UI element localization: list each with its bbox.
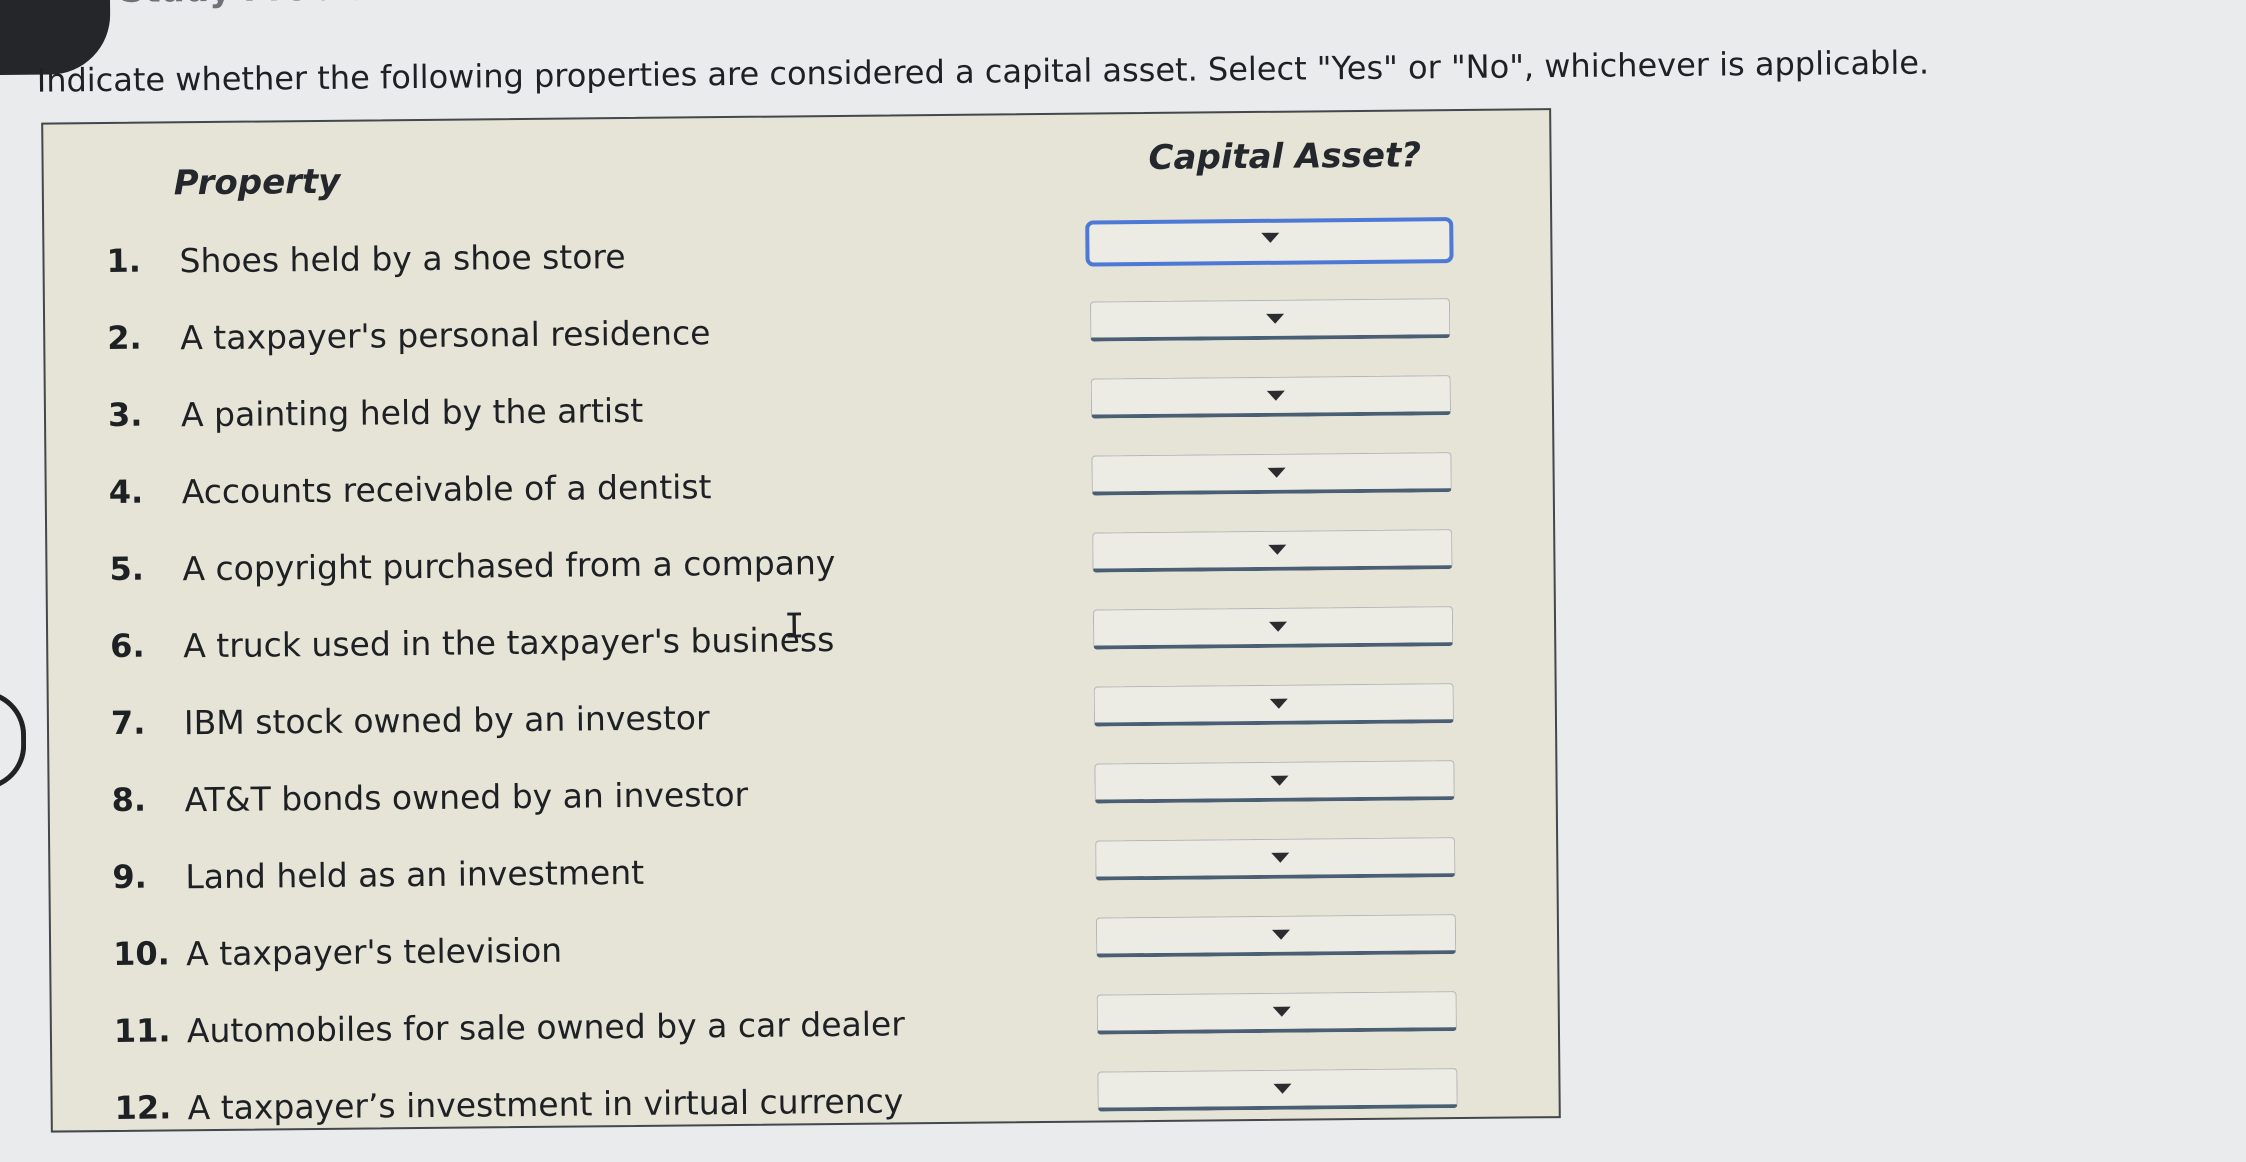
property-label: A taxpayer’s investment in virtual curre…: [187, 1081, 904, 1128]
property-label: A taxpayer's personal residence: [180, 313, 711, 358]
table-row: 9. Land held as an investment: [50, 836, 1541, 910]
capital-asset-select[interactable]: [1089, 298, 1451, 342]
table-row: 12. A taxpayer’s investment in virtual c…: [52, 1067, 1543, 1141]
capital-asset-select[interactable]: [1093, 683, 1455, 727]
capital-asset-select[interactable]: [1091, 452, 1452, 496]
property-label: AT&T bonds owned by an investor: [184, 774, 749, 820]
capital-asset-select[interactable]: [1085, 217, 1454, 267]
chevron-down-icon: [1271, 852, 1290, 863]
edge-arc: [0, 689, 27, 791]
row-number: 7.: [110, 703, 146, 742]
chevron-down-icon: [1272, 1006, 1291, 1017]
chevron-down-icon: [1269, 621, 1288, 632]
table-row: 3. A painting held by the artist: [46, 374, 1537, 448]
capital-asset-select[interactable]: [1090, 375, 1452, 419]
property-label: A copyright purchased from a company: [182, 543, 836, 589]
row-number: 9.: [112, 857, 148, 896]
row-number: 2.: [107, 318, 142, 357]
table-row: 1. Shoes held by a shoe store: [44, 217, 1535, 294]
row-number: 5.: [109, 549, 145, 588]
chevron-down-icon: [1261, 232, 1280, 243]
property-label: Automobiles for sale owned by a car deal…: [186, 1004, 905, 1051]
text-cursor-icon: I: [783, 606, 805, 647]
row-number: 10.: [112, 934, 171, 973]
capital-asset-column-header: Capital Asset?: [1148, 135, 1422, 178]
capital-asset-select[interactable]: [1095, 914, 1457, 958]
chevron-down-icon: [1266, 313, 1285, 324]
row-number: 11.: [113, 1011, 171, 1050]
row-number: 12.: [114, 1088, 172, 1127]
row-number: 4.: [108, 472, 144, 511]
row-number: 6.: [110, 626, 145, 665]
table-row: 11. Automobiles for sale owned by a car …: [52, 990, 1543, 1064]
table-row: 5. A copyright purchased from a company: [47, 528, 1538, 602]
capital-asset-select[interactable]: [1092, 606, 1454, 650]
table-row: 7. IBM stock owned by an investor: [49, 682, 1540, 756]
screen: Study Problem 1.1 Indicate whether the f…: [0, 0, 2246, 1162]
table-row: 8. AT&T bonds owned by an investor: [49, 759, 1540, 833]
chevron-down-icon: [1271, 929, 1291, 940]
chevron-down-icon: [1267, 467, 1286, 478]
capital-asset-select[interactable]: [1096, 991, 1457, 1035]
capital-asset-select[interactable]: [1097, 1068, 1458, 1112]
row-number: 3.: [107, 395, 143, 434]
chevron-down-icon: [1270, 775, 1289, 786]
row-number: 1.: [106, 241, 142, 280]
instructions-text: Indicate whether the following propertie…: [36, 43, 1930, 100]
chevron-down-icon: [1266, 390, 1285, 401]
row-number: 8.: [111, 780, 147, 819]
capital-asset-select[interactable]: [1094, 760, 1455, 804]
property-label: IBM stock owned by an investor: [183, 698, 710, 743]
chevron-down-icon: [1268, 544, 1287, 555]
property-label: A taxpayer's television: [185, 930, 563, 974]
property-label: A truck used in the taxpayer's business: [183, 620, 835, 666]
chevron-down-icon: [1269, 698, 1288, 709]
table-row: 4. Accounts receivable of a dentist: [46, 451, 1537, 525]
chevron-down-icon: [1273, 1083, 1292, 1094]
property-label: Shoes held by a shoe store: [179, 237, 626, 281]
property-label: Land held as an investment: [185, 852, 645, 897]
property-label: Accounts receivable of a dentist: [181, 467, 712, 512]
capital-asset-select[interactable]: [1092, 529, 1453, 573]
property-label: A painting held by the artist: [180, 390, 644, 435]
table-row: 2. A taxpayer's personal residence: [45, 297, 1536, 371]
property-column-header: Property: [173, 161, 341, 204]
capital-asset-select[interactable]: [1095, 837, 1456, 881]
problem-heading: Study Problem 1.1: [120, 0, 475, 11]
table-row: 10. A taxpayer's television: [51, 913, 1542, 987]
